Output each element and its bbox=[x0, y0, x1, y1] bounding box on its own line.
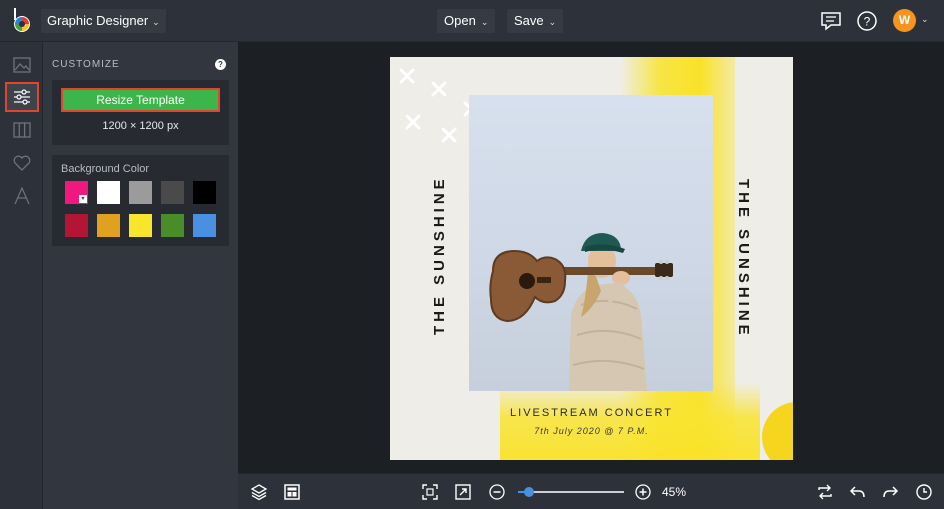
swap-icon[interactable] bbox=[816, 483, 834, 501]
x-mark-icon[interactable] bbox=[430, 80, 448, 98]
customize-panel: CUSTOMIZE ? Resize Template 1200 × 1200 … bbox=[43, 42, 238, 509]
yellow-paint-stroke bbox=[500, 382, 760, 460]
comment-icon[interactable] bbox=[820, 10, 842, 32]
color-swatch[interactable]: ▾ bbox=[65, 181, 88, 204]
headline-text[interactable]: LIVESTREAM CONCERT bbox=[390, 407, 793, 419]
design-canvas[interactable]: THE SUNSHINE THE SUNSHINE LIVESTREAM CON… bbox=[390, 57, 793, 460]
zoom-level-text: 45% bbox=[662, 485, 687, 499]
guitar-photo[interactable] bbox=[469, 95, 713, 391]
resize-template-button[interactable]: Resize Template bbox=[61, 88, 220, 112]
text-icon bbox=[14, 187, 30, 205]
background-color-label: Background Color bbox=[61, 163, 150, 175]
zoom-slider[interactable] bbox=[518, 487, 624, 497]
sidebar-item-graphics[interactable] bbox=[5, 148, 39, 178]
save-label: Save bbox=[514, 13, 544, 28]
chevron-down-icon[interactable]: ⌄ bbox=[921, 14, 929, 25]
sidebar-item-layouts[interactable] bbox=[5, 115, 39, 145]
side-text-right[interactable]: THE SUNSHINE bbox=[735, 179, 752, 339]
heart-icon bbox=[13, 155, 31, 171]
left-rail bbox=[0, 42, 43, 509]
chevron-down-icon: ⌄ bbox=[548, 17, 557, 27]
canvas-workspace[interactable]: THE SUNSHINE THE SUNSHINE LIVESTREAM CON… bbox=[238, 42, 944, 473]
resize-card: Resize Template 1200 × 1200 px bbox=[52, 80, 229, 145]
top-bar: Graphic Designer ⌄ Open ⌄ Save ⌄ ? W ⌄ bbox=[0, 0, 944, 42]
dropdown-icon: ▾ bbox=[79, 195, 87, 203]
canvas-size-text: 1200 × 1200 px bbox=[102, 120, 179, 132]
side-text-left[interactable]: THE SUNSHINE bbox=[431, 175, 448, 335]
chevron-down-icon: ⌄ bbox=[480, 17, 489, 27]
background-color-card: Background Color ▾ bbox=[52, 155, 229, 246]
color-swatch[interactable] bbox=[193, 214, 216, 237]
color-swatch[interactable] bbox=[161, 214, 184, 237]
color-swatch[interactable] bbox=[193, 181, 216, 204]
layout-icon bbox=[13, 122, 31, 138]
layers-icon[interactable] bbox=[250, 483, 268, 501]
help-icon[interactable]: ? bbox=[215, 59, 226, 70]
sliders-icon bbox=[14, 89, 30, 105]
color-swatch[interactable] bbox=[129, 214, 152, 237]
workspace-label: Graphic Designer bbox=[47, 13, 149, 28]
expand-icon[interactable] bbox=[454, 483, 472, 501]
help-icon[interactable]: ? bbox=[856, 10, 878, 32]
app-window: Graphic Designer ⌄ Open ⌄ Save ⌄ ? W ⌄ C… bbox=[0, 0, 944, 509]
logo-icon[interactable] bbox=[11, 8, 33, 34]
x-mark-icon[interactable] bbox=[398, 67, 416, 85]
color-swatch[interactable] bbox=[65, 214, 88, 237]
open-menu-button[interactable]: Open ⌄ bbox=[437, 9, 496, 33]
chevron-down-icon: ⌄ bbox=[152, 17, 160, 27]
zoom-slider-thumb[interactable] bbox=[523, 487, 534, 497]
sidebar-item-images[interactable] bbox=[5, 50, 39, 80]
redo-icon[interactable] bbox=[881, 483, 899, 501]
sidebar-item-customize[interactable] bbox=[5, 82, 39, 112]
sidebar-item-text[interactable] bbox=[5, 181, 39, 211]
color-swatch[interactable] bbox=[161, 181, 184, 204]
image-icon bbox=[13, 57, 31, 73]
color-swatch[interactable] bbox=[97, 181, 120, 204]
x-mark-icon[interactable] bbox=[440, 126, 458, 144]
panel-title: CUSTOMIZE bbox=[52, 59, 120, 70]
guitarist-illustration bbox=[489, 233, 673, 391]
fit-screen-icon[interactable] bbox=[421, 483, 439, 501]
date-text[interactable]: 7th July 2020 @ 7 P.M. bbox=[390, 426, 793, 436]
history-icon[interactable] bbox=[915, 483, 933, 501]
color-swatch[interactable] bbox=[129, 181, 152, 204]
bottom-toolbar: 45% bbox=[238, 473, 944, 509]
avatar[interactable]: W bbox=[893, 9, 916, 32]
workspace-dropdown[interactable]: Graphic Designer ⌄ bbox=[41, 9, 166, 33]
x-mark-icon[interactable] bbox=[404, 113, 422, 131]
svg-text:?: ? bbox=[864, 15, 871, 29]
zoom-out-icon[interactable] bbox=[488, 483, 506, 501]
undo-icon[interactable] bbox=[849, 483, 867, 501]
template-icon[interactable] bbox=[283, 483, 301, 501]
save-menu-button[interactable]: Save ⌄ bbox=[507, 9, 564, 33]
color-swatch[interactable] bbox=[97, 214, 120, 237]
zoom-in-icon[interactable] bbox=[634, 483, 652, 501]
open-label: Open bbox=[444, 13, 476, 28]
